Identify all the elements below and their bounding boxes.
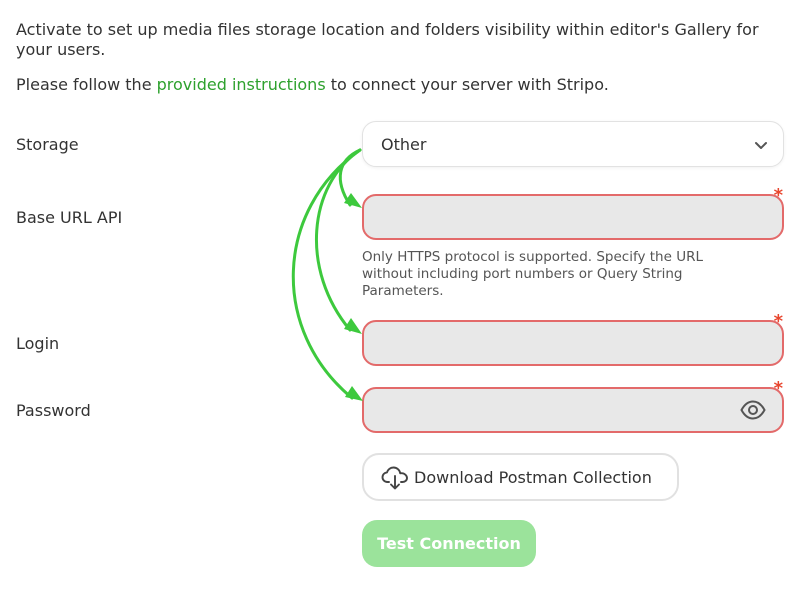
provided-instructions-link[interactable]: provided instructions bbox=[157, 75, 326, 94]
password-field[interactable]: * bbox=[362, 380, 784, 433]
base-url-hint: Only HTTPS protocol is supported. Specif… bbox=[362, 249, 703, 299]
instructions-prefix: Please follow the bbox=[16, 75, 157, 94]
arrowhead-password bbox=[345, 386, 363, 401]
intro-text: Activate to set up media files storage l… bbox=[16, 20, 759, 59]
cloud-download-icon bbox=[381, 466, 408, 490]
storage-select[interactable]: Other bbox=[362, 121, 784, 167]
download-postman-collection-button[interactable]: Download Postman Collection bbox=[362, 453, 679, 501]
required-marker: * bbox=[773, 311, 783, 332]
storage-selected-value: Other bbox=[381, 135, 427, 154]
eye-icon[interactable] bbox=[740, 400, 766, 420]
storage-label: Storage bbox=[16, 135, 79, 154]
chevron-down-icon bbox=[755, 142, 767, 149]
arrowhead-login bbox=[344, 318, 362, 334]
arrow-to-base-url bbox=[338, 148, 362, 207]
instructions-text: Please follow the provided instructions … bbox=[16, 75, 609, 95]
instructions-suffix: to connect your server with Stripo. bbox=[325, 75, 609, 94]
download-postman-label: Download Postman Collection bbox=[414, 468, 652, 487]
password-label: Password bbox=[16, 401, 91, 420]
login-label: Login bbox=[16, 334, 60, 353]
test-connection-button[interactable]: Test Connection bbox=[362, 520, 536, 567]
arrow-to-password bbox=[291, 148, 362, 400]
base-url-input[interactable] bbox=[364, 196, 782, 238]
required-marker: * bbox=[773, 378, 783, 399]
base-url-field[interactable]: * bbox=[362, 187, 784, 240]
login-input[interactable] bbox=[364, 322, 782, 364]
arrowhead-base-url bbox=[344, 193, 362, 208]
required-marker: * bbox=[773, 185, 783, 206]
login-field[interactable]: * bbox=[362, 313, 784, 366]
arrow-to-login bbox=[315, 148, 362, 332]
password-input[interactable] bbox=[364, 389, 782, 431]
base-url-label: Base URL API bbox=[16, 208, 123, 227]
